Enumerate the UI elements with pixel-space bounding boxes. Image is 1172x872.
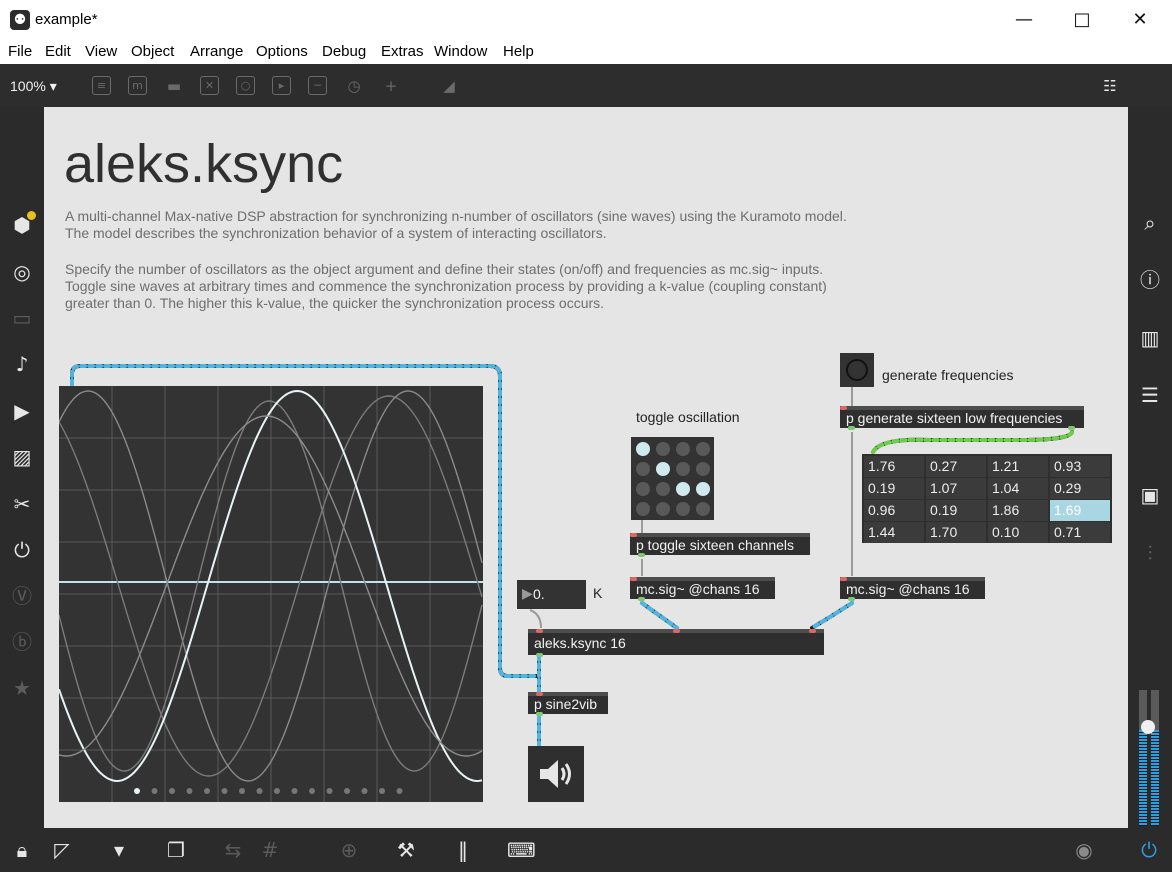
k-number-box[interactable]: ▶ 0. [517,580,586,609]
matrix-cell[interactable] [676,462,690,476]
page-dot[interactable] [309,788,315,794]
scope-waves [58,386,483,802]
bang-circle-icon [846,359,868,381]
page-dot[interactable] [396,788,403,794]
page-dot[interactable] [151,788,158,794]
page-dot[interactable] [379,788,385,794]
outlet[interactable] [536,653,543,657]
table-cell[interactable]: 1.86 [988,500,1048,521]
ezdac-speaker[interactable] [528,746,584,802]
object-text: mc.sig~ @chans 16 [636,581,760,597]
matrix-cell[interactable] [676,482,690,496]
table-cell[interactable]: 1.21 [988,456,1048,477]
mcsig-right-object[interactable]: mc.sig~ @chans 16 [840,577,985,601]
table-cell[interactable]: 0.19 [926,500,986,521]
inlet[interactable] [673,629,680,633]
page-dot[interactable] [326,788,333,794]
matrix-cell[interactable] [676,442,690,456]
page-dot[interactable] [256,788,263,794]
page-dot[interactable] [204,788,210,794]
number-value: 0. [533,586,545,602]
outlet[interactable] [638,597,645,601]
page-dot[interactable] [344,788,350,794]
matrix-cell[interactable] [636,482,650,496]
matrix-cell[interactable] [636,462,650,476]
table-cell[interactable]: 0.19 [864,478,924,499]
matrix-cell[interactable] [696,442,710,456]
matrix-cell[interactable] [696,482,710,496]
page-dot[interactable] [221,788,228,794]
generate-sixteen-object[interactable]: p generate sixteen low frequencies [840,406,1084,430]
matrix-cell[interactable] [656,502,670,516]
speaker-icon [540,760,571,788]
table-cell[interactable]: 1.04 [988,478,1048,499]
outlet[interactable] [848,597,855,601]
frequency-table[interactable]: 1.76 0.27 1.21 0.93 0.19 1.07 1.04 0.29 0.96 0.19… [862,454,1112,543]
page-dot[interactable] [134,788,140,794]
mcsig-left-object[interactable]: mc.sig~ @chans 16 [630,577,775,601]
matrix-cell[interactable] [636,502,650,516]
object-text: mc.sig~ @chans 16 [846,581,970,597]
page-dot[interactable] [291,788,298,794]
table-cell[interactable]: 0.27 [926,456,986,477]
aleks-ksync-object[interactable]: aleks.ksync 16 [528,629,824,657]
object-text: aleks.ksync 16 [534,635,626,651]
inlet[interactable] [809,629,816,633]
object-text: p generate sixteen low frequencies [846,410,1063,426]
oscilloscope-display[interactable] [58,386,483,802]
outlet[interactable] [1068,426,1075,430]
generate-frequencies-label: generate frequencies [882,367,1014,383]
outlet[interactable] [848,426,855,430]
page-dot[interactable] [169,788,175,794]
table-cell[interactable]: 0.71 [1050,522,1110,543]
table-cell[interactable]: 0.96 [864,500,924,521]
matrix-cell[interactable] [696,502,710,516]
page-dot[interactable] [186,788,193,794]
matrix-cell[interactable] [636,442,650,456]
matrix-cell[interactable] [656,462,670,476]
table-cell[interactable]: 0.29 [1050,478,1110,499]
matrix-cell[interactable] [656,442,670,456]
matrix-cell[interactable] [696,462,710,476]
table-cell[interactable]: 1.07 [926,478,986,499]
toggle-sixteen-object[interactable]: p toggle sixteen channels [630,533,810,557]
page-dot[interactable] [274,788,280,794]
object-text: p toggle sixteen channels [636,537,794,553]
triangle-icon: ▶ [522,586,533,602]
matrix-cell[interactable] [676,502,690,516]
page-dot[interactable] [239,788,245,794]
generate-bang-button[interactable] [840,353,874,387]
table-cell[interactable]: 1.70 [926,522,986,543]
outlet[interactable] [638,553,645,557]
toggle-oscillation-label: toggle oscillation [636,409,740,425]
sine2vib-object[interactable]: p sine2vib [528,692,608,716]
k-label: K [593,585,603,601]
table-cell[interactable]: 1.76 [864,456,924,477]
object-text: p sine2vib [534,696,598,712]
outlet[interactable] [536,712,543,716]
inlet[interactable] [536,629,543,633]
table-cell[interactable]: 1.44 [864,522,924,543]
toggle-matrix[interactable] [631,437,714,520]
matrix-cell[interactable] [656,482,670,496]
table-cell[interactable]: 0.10 [988,522,1048,543]
table-cell[interactable]: 0.93 [1050,456,1110,477]
table-cell[interactable]: 1.69 [1050,500,1110,521]
page-dot[interactable] [361,788,368,794]
